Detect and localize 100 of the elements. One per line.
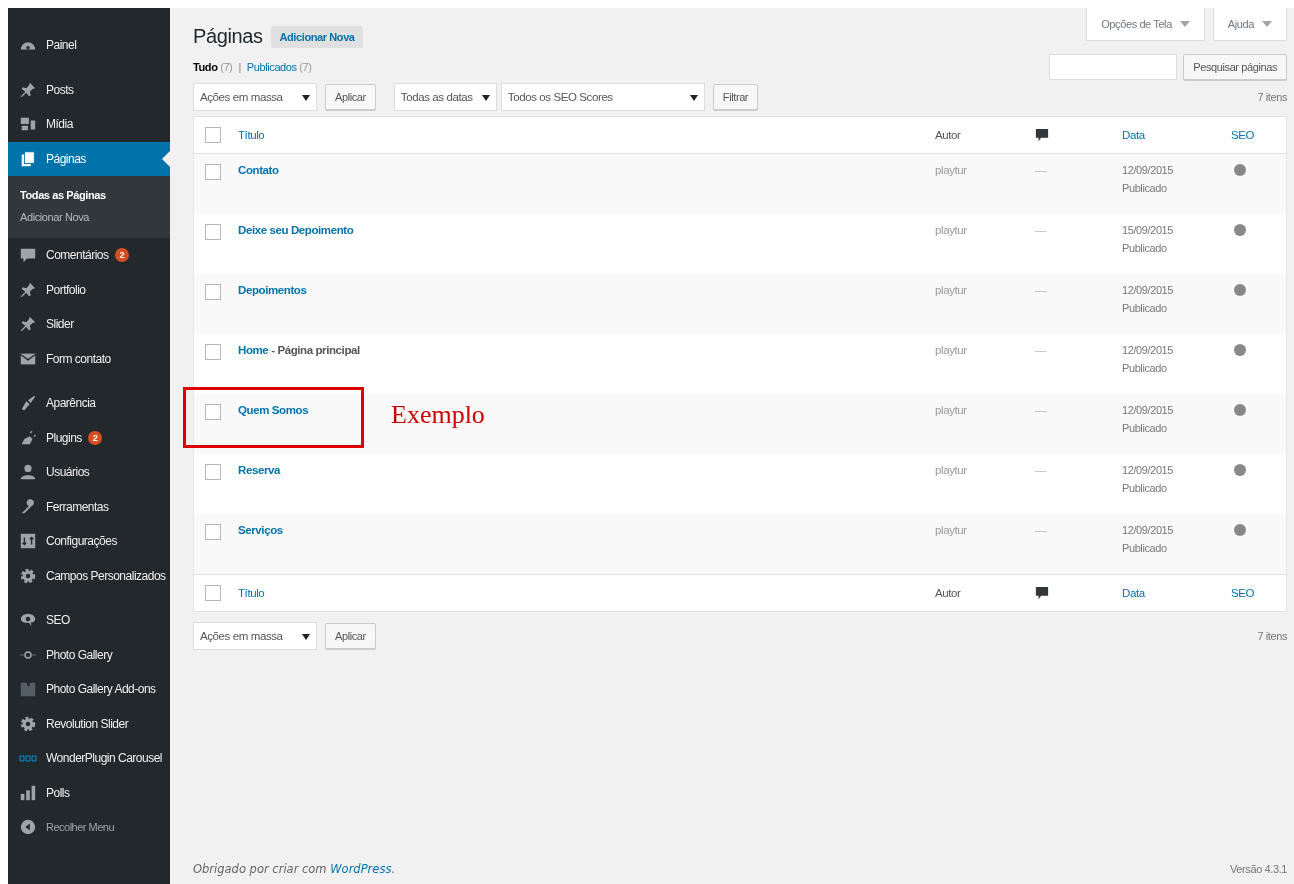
- screen-meta-tab[interactable]: Opções de Tela: [1086, 8, 1205, 41]
- author-cell-text: playtur: [935, 284, 968, 298]
- submenu-item[interactable]: Todas as Páginas: [8, 184, 170, 206]
- page-title-link[interactable]: Home: [238, 344, 269, 356]
- sidebar-item[interactable]: Páginas: [8, 141, 170, 176]
- view-link[interactable]: Publicados (7): [246, 61, 312, 73]
- gear-icon: [19, 566, 37, 585]
- item-count: 7 itens: [1257, 91, 1287, 103]
- comment-icon: [1035, 586, 1049, 600]
- row-checkbox[interactable]: [205, 585, 221, 601]
- date-column-header[interactable]: Data: [1122, 587, 1231, 599]
- page-state-label: - Página principal: [271, 344, 360, 356]
- author-cell-text: playtur: [935, 344, 968, 358]
- status-label: Publicado: [1122, 302, 1168, 314]
- seo-column-header[interactable]: SEO: [1231, 129, 1286, 141]
- sidebar-item[interactable]: Slider: [8, 307, 170, 342]
- comments-cell-text: —: [1035, 524, 1048, 538]
- sidebar-item[interactable]: Portfolio: [8, 272, 170, 307]
- seo-score-dot: [1234, 524, 1246, 536]
- page-title: Páginas: [193, 25, 263, 48]
- sidebar-item[interactable]: Mídia: [8, 107, 170, 142]
- search-button[interactable]: Pesquisar páginas: [1183, 54, 1287, 80]
- status-label: Publicado: [1122, 422, 1168, 434]
- row-checkbox[interactable]: [205, 344, 221, 360]
- author-cell-text: playtur: [935, 404, 968, 418]
- row-checkbox[interactable]: [205, 127, 221, 143]
- sidebar-item[interactable]: Campos Personalizados: [8, 558, 170, 593]
- count-badge: 2: [114, 248, 130, 263]
- seo-score-dot: [1234, 284, 1246, 296]
- sidebar-item[interactable]: Aparência: [8, 386, 170, 421]
- camera-icon: [19, 650, 37, 659]
- seo-column-header[interactable]: SEO: [1231, 587, 1286, 599]
- user-icon: [19, 463, 37, 482]
- author-cell-text: playtur: [935, 524, 968, 538]
- dots-icon: [19, 754, 37, 762]
- sidebar-item[interactable]: Photo Gallery: [8, 637, 170, 672]
- search-field[interactable]: [1049, 54, 1178, 80]
- page-title-link[interactable]: Quem Somos: [238, 404, 309, 416]
- settings-icon: [19, 532, 37, 551]
- comments-cell-text: —: [1035, 284, 1048, 298]
- sidebar-item[interactable]: Posts: [8, 72, 170, 107]
- page-title-link[interactable]: Depoimentos: [238, 284, 307, 296]
- row-checkbox[interactable]: [205, 224, 221, 240]
- filter-button[interactable]: Filtrar: [712, 84, 759, 110]
- row-checkbox[interactable]: [205, 464, 221, 480]
- sidebar-item[interactable]: WonderPlugin Carousel: [8, 741, 170, 776]
- row-checkbox[interactable]: [205, 284, 221, 300]
- page-title-link[interactable]: Deixe seu Depoimento: [238, 224, 354, 236]
- annotation-label: Exemplo: [391, 400, 485, 430]
- count-badge: 2: [87, 430, 103, 445]
- view-link[interactable]: Tudo (7): [193, 61, 233, 73]
- row-checkbox[interactable]: [205, 404, 221, 420]
- title-column-header[interactable]: Título: [238, 587, 935, 599]
- author-cell-text: playtur: [935, 224, 968, 238]
- date-filter-dropdown[interactable]: Todas as datas: [393, 83, 497, 111]
- comments-cell-text: —: [1035, 404, 1048, 418]
- apply-button[interactable]: Aplicar: [325, 623, 376, 649]
- author-cell-text: playtur: [935, 464, 968, 478]
- screen-meta-tab[interactable]: Ajuda: [1212, 8, 1287, 41]
- sidebar-item[interactable]: Plugins 2: [8, 420, 170, 455]
- status-label: Publicado: [1122, 242, 1168, 254]
- pin-icon: [19, 280, 37, 299]
- sidebar-item[interactable]: Revolution Slider: [8, 706, 170, 741]
- sidebar-item[interactable]: Photo Gallery Add-ons: [8, 672, 170, 707]
- sidebar-item[interactable]: Comentários 2: [8, 238, 170, 273]
- status-label: Publicado: [1122, 482, 1168, 494]
- author-column-header: Autor: [935, 587, 962, 599]
- seo-score-dot: [1234, 464, 1246, 476]
- sidebar-item[interactable]: Ferramentas: [8, 489, 170, 524]
- seo-filter-dropdown[interactable]: Todos os SEO Scores: [500, 83, 705, 111]
- date-column-header[interactable]: Data: [1122, 129, 1231, 141]
- date-cell-text: 12/09/2015: [1122, 464, 1175, 476]
- comments-cell-text: —: [1035, 344, 1048, 358]
- gear-icon: [19, 714, 37, 733]
- add-new-button[interactable]: Adicionar Nova: [271, 25, 363, 48]
- bulk-actions-dropdown[interactable]: Ações em massa: [193, 83, 317, 111]
- sidebar-item[interactable]: Form contato: [8, 341, 170, 376]
- bulk-actions-dropdown[interactable]: Ações em massa: [193, 622, 317, 650]
- sidebar-item[interactable]: SEO: [8, 603, 170, 638]
- title-column-header[interactable]: Título: [238, 129, 935, 141]
- sidebar-item[interactable]: Polls: [8, 775, 170, 810]
- footer-credit: Obrigado por criar com WordPress.: [193, 862, 396, 876]
- apply-button[interactable]: Aplicar: [325, 84, 376, 110]
- row-checkbox[interactable]: [205, 524, 221, 540]
- brush-icon: [19, 394, 37, 413]
- date-cell-text: 15/09/2015: [1122, 224, 1175, 236]
- sidebar-item[interactable]: Recolher Menu: [8, 810, 170, 845]
- row-checkbox[interactable]: [205, 164, 221, 180]
- sidebar-item[interactable]: Configurações: [8, 524, 170, 559]
- author-column-header: Autor: [935, 129, 962, 141]
- date-cell-text: 12/09/2015: [1122, 524, 1175, 536]
- sidebar-item[interactable]: Painel: [8, 28, 170, 63]
- status-label: Publicado: [1122, 362, 1168, 374]
- submenu-item[interactable]: Adicionar Nova: [8, 206, 170, 228]
- sidebar-item[interactable]: Usuários: [8, 455, 170, 490]
- page-title-link[interactable]: Reserva: [238, 464, 280, 476]
- page-title-link[interactable]: Serviços: [238, 524, 283, 536]
- pages-icon: [19, 149, 37, 168]
- page-title-link[interactable]: Contato: [238, 164, 279, 176]
- pin-icon: [19, 315, 37, 334]
